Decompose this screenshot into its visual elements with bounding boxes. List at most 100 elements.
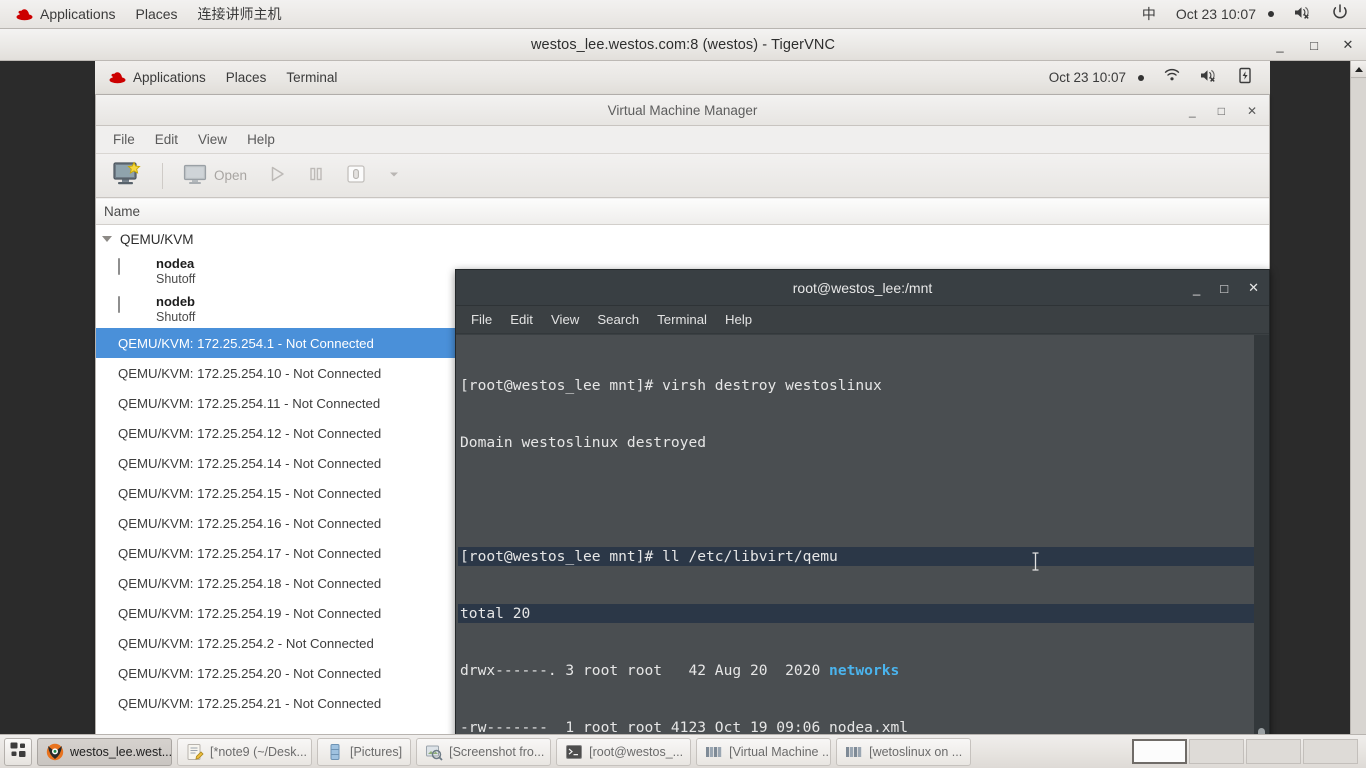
taskbar-button-terminal[interactable]: [root@westos_... [556,737,692,766]
show-desktop-button[interactable] [4,737,32,766]
vnc-vertical-scrollbar[interactable] [1350,61,1366,734]
host-power-button[interactable] [1322,0,1358,28]
vmm-maximize-button[interactable]: □ [1218,104,1225,118]
terminal-menubar: File Edit View Search Terminal Help [456,306,1269,334]
terminal-menu-terminal[interactable]: Terminal [648,308,716,331]
terminal-close-button[interactable]: ✕ [1248,280,1259,296]
taskbar-button-virt-manager[interactable]: [Virtual Machine ... [696,737,832,766]
taskbar-button-label: [Pictures] [350,744,403,759]
workspace-pager[interactable] [1132,739,1362,764]
vm-list-column-header[interactable]: Name [96,199,1269,225]
workspace-4[interactable] [1303,739,1358,764]
vnc-titlebar[interactable]: westos_lee.westos.com:8 (westos) - Tiger… [0,29,1366,61]
terminal-dir-name: networks [829,662,900,679]
terminal-maximize-button[interactable]: □ [1220,281,1228,296]
guest-terminal-menu[interactable]: Terminal [276,65,347,91]
guest-wifi-button[interactable] [1154,64,1190,91]
terminal-titlebar[interactable]: root@westos_lee:/mnt _ □ ✕ [456,270,1269,306]
new-virtual-machine-icon [112,161,142,190]
vnc-window-title: westos_lee.westos.com:8 (westos) - Tiger… [530,36,836,53]
workspace-3[interactable] [1246,739,1301,764]
vnc-maximize-button[interactable]: □ [1306,37,1322,53]
scroll-up-button[interactable] [1351,61,1366,78]
terminal-window-title: root@westos_lee:/mnt [792,279,933,296]
guest-battery-button[interactable] [1228,63,1262,93]
connection-label: QEMU/KVM: 172.25.254.18 - Not Connected [118,575,382,591]
connection-label: QEMU/KVM: 172.25.254.1 - Not Connected [118,335,374,351]
vmm-close-button[interactable]: ✕ [1247,104,1257,118]
terminal-line: drwx------. 3 root root 42 Aug 20 2020 n… [458,661,1254,680]
vnc-close-button[interactable]: ✕ [1340,37,1356,53]
mouse-cursor-ibeam-icon [1031,552,1039,571]
taskbar-button-label: [Virtual Machine ... [729,744,832,759]
guest-places-label: Places [225,69,267,85]
wifi-icon [1164,68,1180,87]
host-volume-button[interactable] [1284,1,1322,28]
shutdown-vm-button[interactable] [337,159,375,192]
host-places-menu[interactable]: Places [126,1,188,27]
show-desktop-icon [9,741,27,762]
screen-root: Applications Places 连接讲师主机 中 Oct 23 10:0… [0,0,1366,768]
chevron-down-icon[interactable] [102,236,112,242]
workspace-2[interactable] [1189,739,1244,764]
vmm-menu-file[interactable]: File [104,128,144,151]
shutdown-options-dropdown[interactable] [379,163,409,188]
terminal-menu-edit[interactable]: Edit [501,308,542,331]
guest-terminal-label: Terminal [286,69,338,85]
host-panel-right: 中 Oct 23 10:07 [1132,0,1366,28]
image-viewer-icon [425,743,443,761]
connection-label: QEMU/KVM: 172.25.254.10 - Not Connected [118,365,382,381]
taskbar-button-tigervnc[interactable]: westos_lee.west... [37,737,172,766]
power-icon [1332,4,1348,24]
terminal-menu-file[interactable]: File [462,308,501,331]
terminal-menu-search[interactable]: Search [588,308,648,331]
vnc-scrollbar-track[interactable] [1351,79,1366,734]
terminal-window: root@westos_lee:/mnt _ □ ✕ File Edit Vie… [455,269,1270,734]
vnc-minimize-button[interactable]: _ [1272,37,1288,53]
terminal-scrollbar[interactable] [1254,335,1269,734]
connection-label: QEMU/KVM: 172.25.254.16 - Not Connected [118,515,382,531]
host-applications-label: Applications [40,6,116,22]
connection-label: QEMU/KVM: 172.25.254.17 - Not Connected [118,545,382,561]
terminal-menu-help[interactable]: Help [716,308,761,331]
vmm-menu-view[interactable]: View [189,128,236,151]
open-vm-button[interactable]: Open [175,160,255,192]
host-applications-menu[interactable]: Applications [6,1,126,27]
tigervnc-window: westos_lee.westos.com:8 (westos) - Tiger… [0,29,1366,734]
pause-vm-button[interactable] [299,160,333,191]
taskbar-button-screenshot[interactable]: [Screenshot fro... [416,737,552,766]
file-manager-icon [326,743,344,761]
guest-clock[interactable]: Oct 23 10:07 [1039,65,1154,91]
chevron-down-icon [387,167,401,184]
guest-clock-label: Oct 23 10:07 [1048,69,1126,85]
vmm-titlebar[interactable]: Virtual Machine Manager _ □ ✕ [96,95,1269,126]
toolbar-separator [162,162,163,189]
host-clock-label: Oct 23 10:07 [1175,6,1256,22]
vmm-menu-help[interactable]: Help [238,128,284,151]
vnc-viewport[interactable]: Applications Places Terminal Oct 23 10:0… [0,61,1366,734]
host-custom-menu[interactable]: 连接讲师主机 [188,1,292,27]
run-vm-button[interactable] [259,160,295,191]
new-virtual-machine-button[interactable] [104,157,150,194]
guest-places-menu[interactable]: Places [216,65,277,91]
vmm-menu-edit[interactable]: Edit [146,128,187,151]
workspace-1[interactable] [1132,739,1187,764]
host-ime-indicator[interactable]: 中 [1132,1,1166,27]
notification-dot-icon [1138,74,1144,81]
taskbar-button-pictures[interactable]: [Pictures] [317,737,412,766]
taskbar-button-text-editor[interactable]: [*note9 (~/Desk... [177,737,312,766]
terminal-screen[interactable]: [root@westos_lee mnt]# virsh destroy wes… [456,335,1254,734]
monitor-icon [118,296,146,321]
terminal-minimize-button[interactable]: _ [1193,281,1200,296]
terminal-menu-view[interactable]: View [542,308,588,331]
guest-applications-menu[interactable]: Applications [99,65,216,91]
vmm-minimize-button[interactable]: _ [1189,104,1196,118]
redhat-logo-icon [109,71,126,84]
connection-label: QEMU/KVM: 172.25.254.19 - Not Connected [118,605,382,621]
vm-group-qemu-kvm[interactable]: QEMU/KVM [96,226,1269,252]
taskbar-button-westoslinux[interactable]: [wetoslinux on ... [836,737,972,766]
guest-volume-button[interactable] [1190,64,1228,92]
host-clock[interactable]: Oct 23 10:07 [1166,1,1284,27]
connection-label: QEMU/KVM: 172.25.254.20 - Not Connected [118,665,382,681]
redhat-logo-icon [16,8,33,21]
